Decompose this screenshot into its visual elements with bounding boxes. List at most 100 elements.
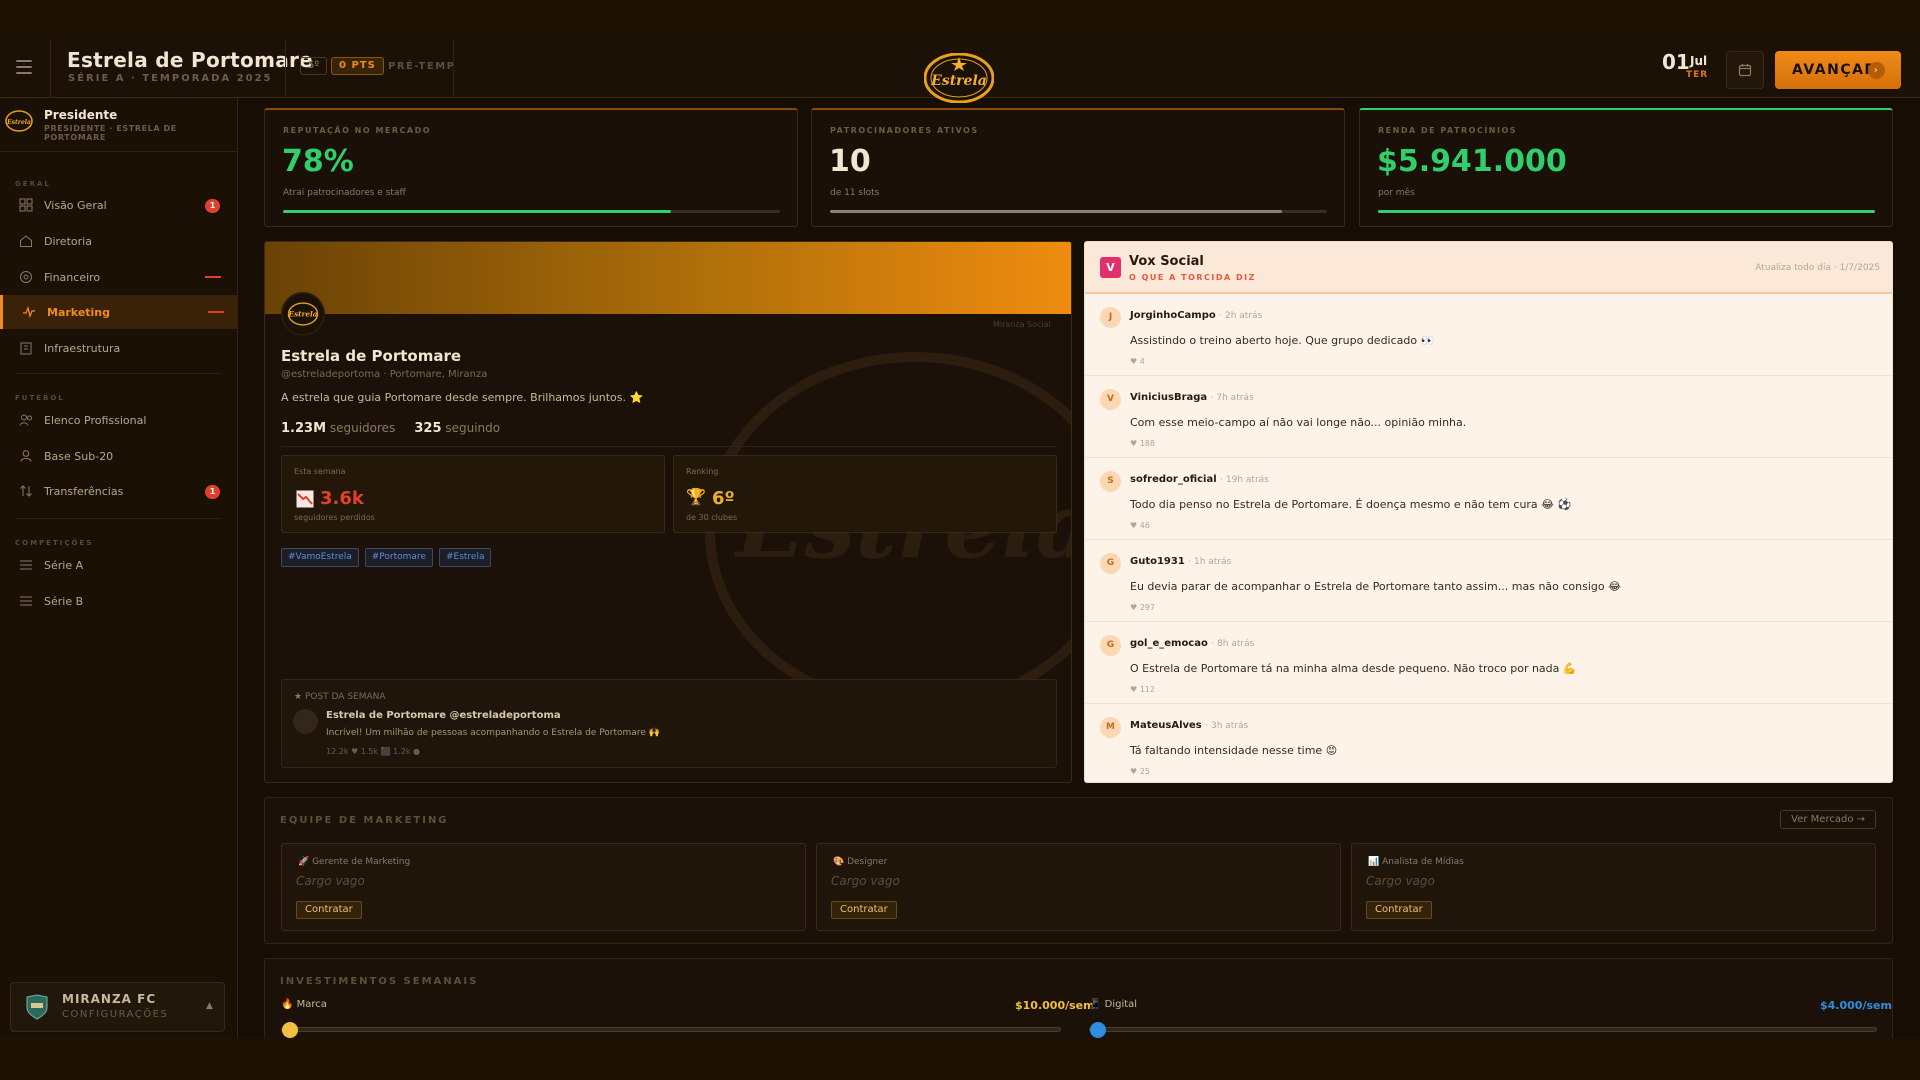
list-icon <box>20 596 32 606</box>
following-count: 325 <box>414 421 442 436</box>
kpi-value: $5.941.000 <box>1377 144 1567 179</box>
post-username[interactable]: MateusAlves · 3h atrás <box>1130 720 1248 731</box>
profile-avatar[interactable]: Estrela <box>281 292 325 336</box>
kpi-progress-fill <box>830 210 1283 213</box>
hire-button[interactable]: Contratar <box>296 901 362 919</box>
club-card-subtitle: CONFIGURAÇÕES <box>62 1009 169 1020</box>
hashtag[interactable]: #Estrela <box>438 548 492 567</box>
sidebar-item-label: Transferências <box>44 485 124 498</box>
post-text: Todo dia penso no Estrela de Portomare. … <box>1130 498 1572 511</box>
profile-name: Estrela de Portomare <box>281 347 462 365</box>
sidebar-item-elenco-profissional[interactable]: Elenco Profissional <box>0 403 238 437</box>
digital-investment-slider[interactable] <box>1089 1022 1877 1038</box>
stat-subtitle: de 30 clubes <box>686 513 738 522</box>
top-bar: Estrela de Portomare SÉRIE A · TEMPORADA… <box>0 40 1920 103</box>
sidebar-item-base-sub20[interactable]: Base Sub-20 <box>0 439 238 473</box>
staff-slot-designer: 🎨 Designer Cargo vago Contratar <box>816 843 1341 931</box>
sidebar-item-marketing[interactable]: Marketing <box>0 295 238 329</box>
post-likes[interactable]: ♥ 188 <box>1130 439 1155 448</box>
post-username[interactable]: ViniciusBraga · 7h atrás <box>1130 392 1254 403</box>
post-username[interactable]: sofredor_oficial · 19h atrás <box>1130 474 1269 485</box>
home-icon <box>20 235 32 247</box>
profile-handle: @estreladeportoma · Portomare, Miranza <box>281 369 488 380</box>
post-time: · 3h atrás <box>1205 721 1249 731</box>
post-username[interactable]: Guto1931 · 1h atrás <box>1130 556 1231 567</box>
post-username[interactable]: JorginhoCampo · 2h atrás <box>1130 310 1262 321</box>
sidebar-item-serie-b[interactable]: Série B <box>0 584 238 618</box>
social-profile-card: Estrela Estrela Miranza Social Estrela d… <box>264 241 1072 783</box>
sidebar-item-label: Diretoria <box>44 235 92 248</box>
calendar-button[interactable] <box>1726 51 1764 89</box>
kpi-card-sponsor-income: RENDA DE PATROCÍNIOS $5.941.000 por mês <box>1359 108 1893 227</box>
league-position-badge: 5º <box>300 57 328 75</box>
following-label: seguindo <box>445 421 501 435</box>
chart-down-icon <box>296 490 314 508</box>
slider-thumb[interactable] <box>282 1022 298 1038</box>
brand-investment-slider[interactable] <box>281 1022 1061 1038</box>
sidebar-item-diretoria[interactable]: Diretoria <box>0 224 238 258</box>
view-market-button[interactable]: Ver Mercado → <box>1780 810 1876 829</box>
vox-subtitle: O QUE A TORCIDA DIZ <box>1129 273 1256 282</box>
advance-button[interactable]: AVANÇAR › <box>1775 51 1901 89</box>
sidebar-item-label: Série A <box>44 559 84 572</box>
hire-button[interactable]: Contratar <box>1366 901 1432 919</box>
sidebar-item-serie-a[interactable]: Série A <box>0 548 238 582</box>
main-content: REPUTAÇÃO NO MERCADO 78% Atrai patrocina… <box>238 98 1920 1038</box>
post-likes[interactable]: ♥ 112 <box>1130 685 1155 694</box>
post-likes[interactable]: ♥ 4 <box>1130 357 1145 366</box>
followers-label: seguidores <box>329 421 396 435</box>
panel-title: INVESTIMENTOS SEMANAIS <box>280 976 479 987</box>
menu-icon[interactable] <box>16 60 32 74</box>
vox-header: V Vox Social O QUE A TORCIDA DIZ Atualiz… <box>1085 242 1892 294</box>
post-time: · 7h atrás <box>1210 393 1254 403</box>
sidebar-item-visao-geral[interactable]: Visão Geral 1 <box>0 188 238 222</box>
post-likes[interactable]: ♥ 297 <box>1130 603 1155 612</box>
post-time: · 19h atrás <box>1220 475 1269 485</box>
sidebar-item-transferencias[interactable]: Transferências 1 <box>0 474 238 508</box>
calendar-icon <box>1738 64 1752 77</box>
kpi-card-sponsors: PATROCINADORES ATIVOS 10 de 11 slots <box>811 108 1345 227</box>
hashtag[interactable]: #Portomare <box>364 548 433 567</box>
notification-badge: 1 <box>205 485 220 499</box>
profile-bio: A estrela que guia Portomare desde sempr… <box>281 391 644 404</box>
chevron-right-icon: › <box>1868 62 1885 79</box>
potw-metrics: 12.2k ♥ 1.5k ⬛ 1.2k ● <box>326 747 420 756</box>
sidebar-item-label: Série B <box>44 595 84 608</box>
alert-dash <box>205 276 221 278</box>
kpi-progress-fill <box>283 210 671 213</box>
kpi-subtitle: por mês <box>1378 188 1415 198</box>
club-card-name: MIRANZA FC <box>62 992 157 1006</box>
hire-button[interactable]: Contratar <box>831 901 897 919</box>
user-avatar: S <box>1100 471 1121 492</box>
ranking-box: Ranking 🏆 6º de 30 clubes <box>673 455 1057 533</box>
feed-post: J JorginhoCampo · 2h atrás Assistindo o tr… <box>1085 294 1892 376</box>
hashtag[interactable]: #VamoEstrela <box>281 548 359 567</box>
post-likes[interactable]: ♥ 46 <box>1130 521 1150 530</box>
slot-title: 🎨 Designer <box>833 857 888 867</box>
post-text: Com esse meio-campo aí não vai longe não… <box>1130 416 1467 429</box>
post-username[interactable]: gol_e_emocao · 8h atrás <box>1130 638 1254 649</box>
vox-title: Vox Social <box>1129 254 1204 269</box>
post-likes[interactable]: ♥ 25 <box>1130 767 1150 776</box>
slider-thumb[interactable] <box>1090 1022 1106 1038</box>
slot-value: Cargo vago <box>1366 874 1435 888</box>
post-text: Tá faltando intensidade nesse time 😡 <box>1130 744 1338 757</box>
club-settings-card[interactable]: MIRANZA FC CONFIGURAÇÕES ▲ <box>10 982 225 1032</box>
hashtag-list: #VamoEstrela #Portomare #Estrela <box>281 548 492 567</box>
stat-value: 3.6k <box>320 488 364 509</box>
feed-post: V ViniciusBraga · 7h atrás Com esse meio-c… <box>1085 376 1892 458</box>
weekly-investments-panel: INVESTIMENTOS SEMANAIS 🔥 Marca $10.000/s… <box>264 958 1893 1038</box>
post-time: · 1h atrás <box>1188 557 1232 567</box>
post-of-the-week[interactable]: ★ POST DA SEMANA Estrela de Portomare @e… <box>281 679 1057 768</box>
investment-name: 📱 Digital <box>1089 999 1138 1010</box>
club-crest-icon <box>26 994 48 1020</box>
sidebar-item-financeiro[interactable]: Financeiro <box>0 260 238 294</box>
feed-post: M MateusAlves · 3h atrás Tá faltando inten… <box>1085 704 1892 782</box>
kpi-label: REPUTAÇÃO NO MERCADO <box>283 126 432 135</box>
vox-social-feed: V Vox Social O QUE A TORCIDA DIZ Atualiz… <box>1084 241 1893 783</box>
president-card[interactable]: Estrela Presidente PRESIDENTE · ESTRELA … <box>0 98 238 152</box>
user-avatar: J <box>1100 307 1121 328</box>
section-label-geral: GERAL <box>15 180 51 188</box>
sidebar-item-infraestrutura[interactable]: Infraestrutura <box>0 331 238 365</box>
kpi-progress-bar <box>1378 210 1875 213</box>
